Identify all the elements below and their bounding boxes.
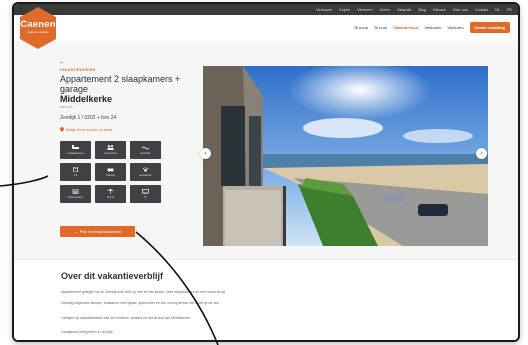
- about-heading: Over dit vakantieverblijf: [61, 271, 164, 281]
- topbar-link[interactable]: Huren: [380, 8, 390, 12]
- about-paragraph: Appartement gelegen op de Zeedijk met zi…: [61, 290, 226, 294]
- beach-photo: [203, 66, 488, 246]
- washer-icon: [72, 189, 79, 194]
- feature-tile: Wasmachine: [60, 185, 91, 203]
- top-utility-bar: Verkopen Kopen Verhuren Huren Vakantie Blog Ni…: [14, 4, 518, 15]
- nav-item[interactable]: Te koop: [354, 25, 368, 30]
- nav-item[interactable]: Te huur: [374, 25, 387, 30]
- topbar-links: Verkopen Kopen Verhuren Huren Vakantie Blog Ni…: [316, 4, 512, 15]
- wave-icon: [142, 145, 149, 150]
- feature-label: Huisdieren: [139, 174, 152, 177]
- topbar-link[interactable]: Kopen: [339, 8, 350, 12]
- availability-button[interactable]: → Prijs en beschikbaarheid: [60, 226, 135, 237]
- property-address: Zeedijk 1 / 0202 + box 24: [60, 115, 117, 121]
- feature-label: Garage: [106, 174, 115, 177]
- topbar-link[interactable]: NL: [495, 8, 500, 12]
- feature-tile: Garage: [95, 163, 126, 181]
- bed-icon: [72, 145, 79, 150]
- logo-brand: Caenen: [20, 19, 56, 30]
- topbar-link[interactable]: Vakantie: [397, 8, 412, 12]
- back-link[interactable]: «: [60, 60, 63, 66]
- feature-label: Wasmachine: [68, 196, 83, 199]
- nav-item[interactable]: Vakantiehuur: [393, 25, 418, 30]
- feature-label: Zeezicht: [140, 152, 151, 155]
- topbar-link[interactable]: Nieuws: [433, 8, 445, 12]
- topbar-link[interactable]: Contact: [475, 8, 488, 12]
- availability-button-label: Prijs en beschikbaarheid: [79, 229, 122, 234]
- browser-frame: Verkopen Kopen Verhuren Huren Vakantie Blog Ni…: [12, 2, 520, 342]
- feature-label: Terras: [106, 196, 115, 199]
- paw-icon: [142, 167, 149, 172]
- about-section: Over dit vakantieverblijf Appartement ge…: [14, 259, 518, 340]
- about-paragraph: Garagebox inbegrepen in de prijs.: [61, 330, 114, 334]
- feature-tile: Huisdieren: [130, 163, 161, 181]
- lift-icon: [72, 167, 79, 172]
- topbar-link[interactable]: FR: [507, 8, 512, 12]
- property-kicker: VAKANTIEWONING: [60, 68, 96, 72]
- free-valuation-button[interactable]: Gratis schatting: [469, 22, 510, 33]
- topbar-link[interactable]: Blog: [419, 8, 427, 12]
- nav-item[interactable]: Verhuren: [447, 25, 463, 30]
- arrow-right-icon: →: [73, 229, 78, 234]
- feature-tile: 4 personen: [95, 141, 126, 159]
- feature-tile: Zeezicht: [130, 141, 161, 159]
- feature-tile: Terras: [95, 185, 126, 203]
- terrace-icon: [107, 189, 114, 194]
- main-nav: Te koop Te huur Vakantiehuur Verkopen Verhur…: [354, 22, 510, 33]
- people-icon: [107, 145, 114, 150]
- property-info: VAKANTIEWONING Appartement 2 slaapkamers…: [60, 68, 210, 132]
- photo-prev-button[interactable]: ‹: [200, 148, 211, 159]
- topbar-link[interactable]: Verhuren: [357, 8, 372, 12]
- site-header: Te koop Te huur Vakantiehuur Verkopen Verhur…: [14, 15, 518, 41]
- map-link-label: Bekijk deze locatie op kaart: [66, 127, 113, 132]
- feature-tile: 2 slaapkamers: [60, 141, 91, 159]
- logo-tagline: vastgoed & vakantie: [27, 31, 49, 34]
- nav-item[interactable]: Verkopen: [424, 25, 441, 30]
- tv-icon: [142, 189, 149, 194]
- feature-label: TV: [143, 196, 148, 199]
- car-icon: [107, 167, 114, 172]
- about-paragraph: Gelegen op wandelafstand van het centrum…: [61, 316, 191, 320]
- map-link[interactable]: Bekijk deze locatie op kaart: [60, 127, 210, 132]
- photo-next-button[interactable]: ›: [476, 148, 487, 159]
- feature-label: Lift: [73, 174, 78, 177]
- feature-tile: TV: [130, 185, 161, 203]
- feature-label: 4 personen: [104, 152, 117, 155]
- feature-label: 2 slaapkamers: [67, 152, 84, 155]
- property-region: aan zee: [60, 105, 73, 109]
- feature-tile: Lift: [60, 163, 91, 181]
- map-pin-icon: [60, 127, 64, 132]
- property-photo[interactable]: [203, 66, 488, 246]
- feature-grid: 2 slaapkamers 4 personen Zeezicht Lift Garag…: [60, 141, 161, 203]
- about-paragraph: Volledig uitgeruste keuken, badkamer met…: [61, 301, 220, 305]
- topbar-link[interactable]: Over ons: [453, 8, 468, 12]
- logo[interactable]: Caenen vastgoed & vakantie: [18, 6, 58, 50]
- property-city: Middelkerke: [60, 94, 113, 104]
- topbar-link[interactable]: Verkopen: [316, 8, 332, 12]
- property-title: Appartement 2 slaapkamers + garage: [60, 74, 181, 94]
